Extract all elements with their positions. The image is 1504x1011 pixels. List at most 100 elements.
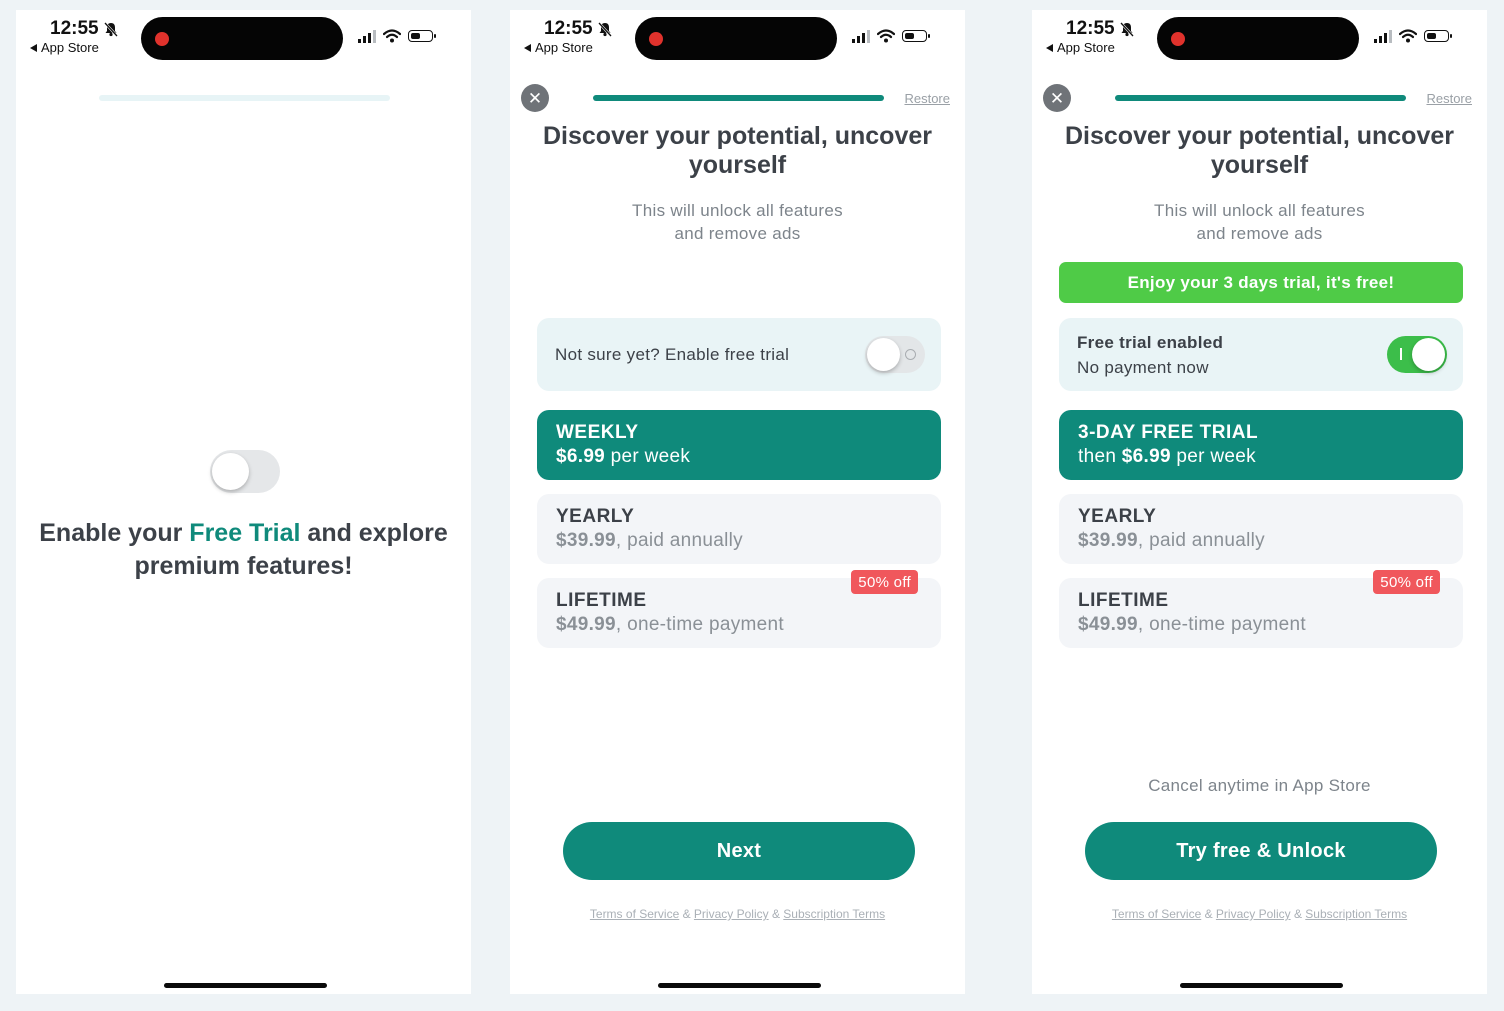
recording-dot-icon xyxy=(1171,32,1185,46)
plan-amount: $6.99 xyxy=(1121,446,1171,467)
status-time: 12:55 xyxy=(1066,18,1135,40)
system-status-icons xyxy=(358,29,436,43)
dynamic-island xyxy=(635,17,837,60)
toggle-status: Free trial enabled xyxy=(1077,332,1224,352)
back-arrow-icon xyxy=(1046,43,1053,52)
toggle-note: No payment now xyxy=(1077,357,1209,377)
plan-lifetime[interactable]: 50% off LIFETIME $49.99, one-time paymen… xyxy=(537,570,941,648)
try-free-unlock-button[interactable]: Try free & Unlock xyxy=(1085,822,1437,880)
restore-link[interactable]: Restore xyxy=(904,91,950,106)
subscription-terms-link[interactable]: Subscription Terms xyxy=(783,907,885,921)
plan-name: WEEKLY xyxy=(556,422,639,443)
plan-amount: $39.99 xyxy=(1078,530,1138,551)
dynamic-island xyxy=(1157,17,1359,60)
plan-price: $49.99, one-time payment xyxy=(556,612,922,638)
recording-dot-icon xyxy=(649,32,663,46)
free-trial-switch[interactable] xyxy=(1387,336,1447,373)
clock-text: 12:55 xyxy=(50,18,99,39)
plan-price: $49.99, one-time payment xyxy=(1078,612,1444,638)
free-trial-switch[interactable] xyxy=(865,336,925,373)
restore-link[interactable]: Restore xyxy=(1426,91,1472,106)
plan-price: $39.99, paid annually xyxy=(1078,528,1444,554)
plan-price: $6.99 per week xyxy=(556,444,922,470)
back-app-label: App Store xyxy=(1057,40,1115,55)
legal-separator: & xyxy=(679,907,694,921)
subtitle-line-1: This will unlock all features xyxy=(632,201,843,220)
legal-separator: & xyxy=(1290,907,1306,921)
back-to-app-store[interactable]: App Store xyxy=(30,40,99,55)
home-indicator[interactable] xyxy=(658,983,821,988)
plan-name: YEARLY xyxy=(1078,506,1157,527)
plan-amount: $39.99 xyxy=(556,530,616,551)
free-trial-toggle[interactable] xyxy=(210,450,280,493)
subtitle-line-1: This will unlock all features xyxy=(1154,201,1365,220)
subscription-terms-link[interactable]: Subscription Terms xyxy=(1305,907,1407,921)
close-button[interactable]: ✕ xyxy=(521,84,549,112)
bell-slash-icon xyxy=(1119,22,1134,37)
progress-bar xyxy=(99,95,390,101)
home-indicator[interactable] xyxy=(164,983,327,988)
plan-period: , one-time payment xyxy=(615,614,784,635)
terms-of-service-link[interactable]: Terms of Service xyxy=(590,907,679,921)
plan-yearly[interactable]: YEARLY $39.99, paid annually xyxy=(537,494,941,564)
plan-yearly[interactable]: YEARLY $39.99, paid annually xyxy=(1059,494,1463,564)
trial-banner: Enjoy your 3 days trial, it's free! xyxy=(1059,262,1463,303)
discount-badge: 50% off xyxy=(1373,570,1440,594)
screen-paywall: 12:55 App Store ✕ Restore Discover your … xyxy=(510,10,965,994)
toggle-label: Not sure yet? Enable free trial xyxy=(555,344,790,364)
promo-free-trial: Free Trial xyxy=(189,519,301,547)
plan-period: , paid annually xyxy=(615,530,743,551)
privacy-policy-link[interactable]: Privacy Policy xyxy=(1216,907,1291,921)
plan-name: YEARLY xyxy=(556,506,635,527)
bell-slash-icon xyxy=(597,22,612,37)
screen-paywall-trial-enabled: 12:55 App Store ✕ Restore Discover your … xyxy=(1032,10,1487,994)
battery-icon xyxy=(1424,30,1452,42)
clock-text: 12:55 xyxy=(544,18,593,39)
plan-prefix: then xyxy=(1078,446,1122,467)
wifi-icon xyxy=(1399,29,1417,43)
back-app-label: App Store xyxy=(535,40,593,55)
promo-text-start: Enable your xyxy=(39,519,190,547)
progress-bar xyxy=(1115,95,1406,101)
plan-free-trial-weekly[interactable]: 3-DAY FREE TRIAL then $6.99 per week xyxy=(1059,410,1463,480)
cancel-anytime-note: Cancel anytime in App Store xyxy=(1148,776,1371,795)
cellular-signal-icon xyxy=(852,29,870,43)
back-arrow-icon xyxy=(30,43,37,52)
paywall-title: Discover your potential, uncover yoursel… xyxy=(1065,122,1454,179)
promo-text: Enable your Free Trial and explore premi… xyxy=(36,517,451,583)
back-app-label: App Store xyxy=(41,40,99,55)
plan-amount: $49.99 xyxy=(1078,614,1138,635)
wifi-icon xyxy=(877,29,895,43)
free-trial-toggle-card[interactable]: Not sure yet? Enable free trial xyxy=(537,318,941,391)
plan-lifetime[interactable]: 50% off LIFETIME $49.99, one-time paymen… xyxy=(1059,570,1463,648)
toggle-knob xyxy=(212,453,249,490)
system-status-icons xyxy=(852,29,930,43)
clock-text: 12:55 xyxy=(1066,18,1115,39)
wifi-icon xyxy=(383,29,401,43)
plan-period: , one-time payment xyxy=(1137,614,1306,635)
switch-knob xyxy=(1412,338,1445,371)
subtitle-line-2: and remove ads xyxy=(674,224,801,243)
bell-slash-icon xyxy=(103,22,118,37)
terms-of-service-link[interactable]: Terms of Service xyxy=(1112,907,1201,921)
switch-knob xyxy=(867,338,900,371)
recording-dot-icon xyxy=(155,32,169,46)
plan-period: per week xyxy=(1170,446,1256,467)
free-trial-toggle-card[interactable]: Free trial enabled No payment now xyxy=(1059,318,1463,391)
back-to-app-store[interactable]: App Store xyxy=(1046,40,1115,55)
subtitle-line-2: and remove ads xyxy=(1196,224,1323,243)
next-button[interactable]: Next xyxy=(563,822,915,880)
progress-bar xyxy=(593,95,884,101)
close-button[interactable]: ✕ xyxy=(1043,84,1071,112)
plan-weekly[interactable]: WEEKLY $6.99 per week xyxy=(537,410,941,480)
close-icon: ✕ xyxy=(527,88,543,108)
privacy-policy-link[interactable]: Privacy Policy xyxy=(694,907,769,921)
paywall-subtitle: This will unlock all features and remove… xyxy=(1072,199,1447,245)
plan-price: then $6.99 per week xyxy=(1078,444,1444,470)
legal-separator: & xyxy=(768,907,784,921)
switch-on-icon xyxy=(1400,348,1402,360)
switch-off-icon xyxy=(905,349,916,360)
home-indicator[interactable] xyxy=(1180,983,1343,988)
toggle-text: Free trial enabled No payment now xyxy=(1077,330,1223,380)
back-to-app-store[interactable]: App Store xyxy=(524,40,593,55)
